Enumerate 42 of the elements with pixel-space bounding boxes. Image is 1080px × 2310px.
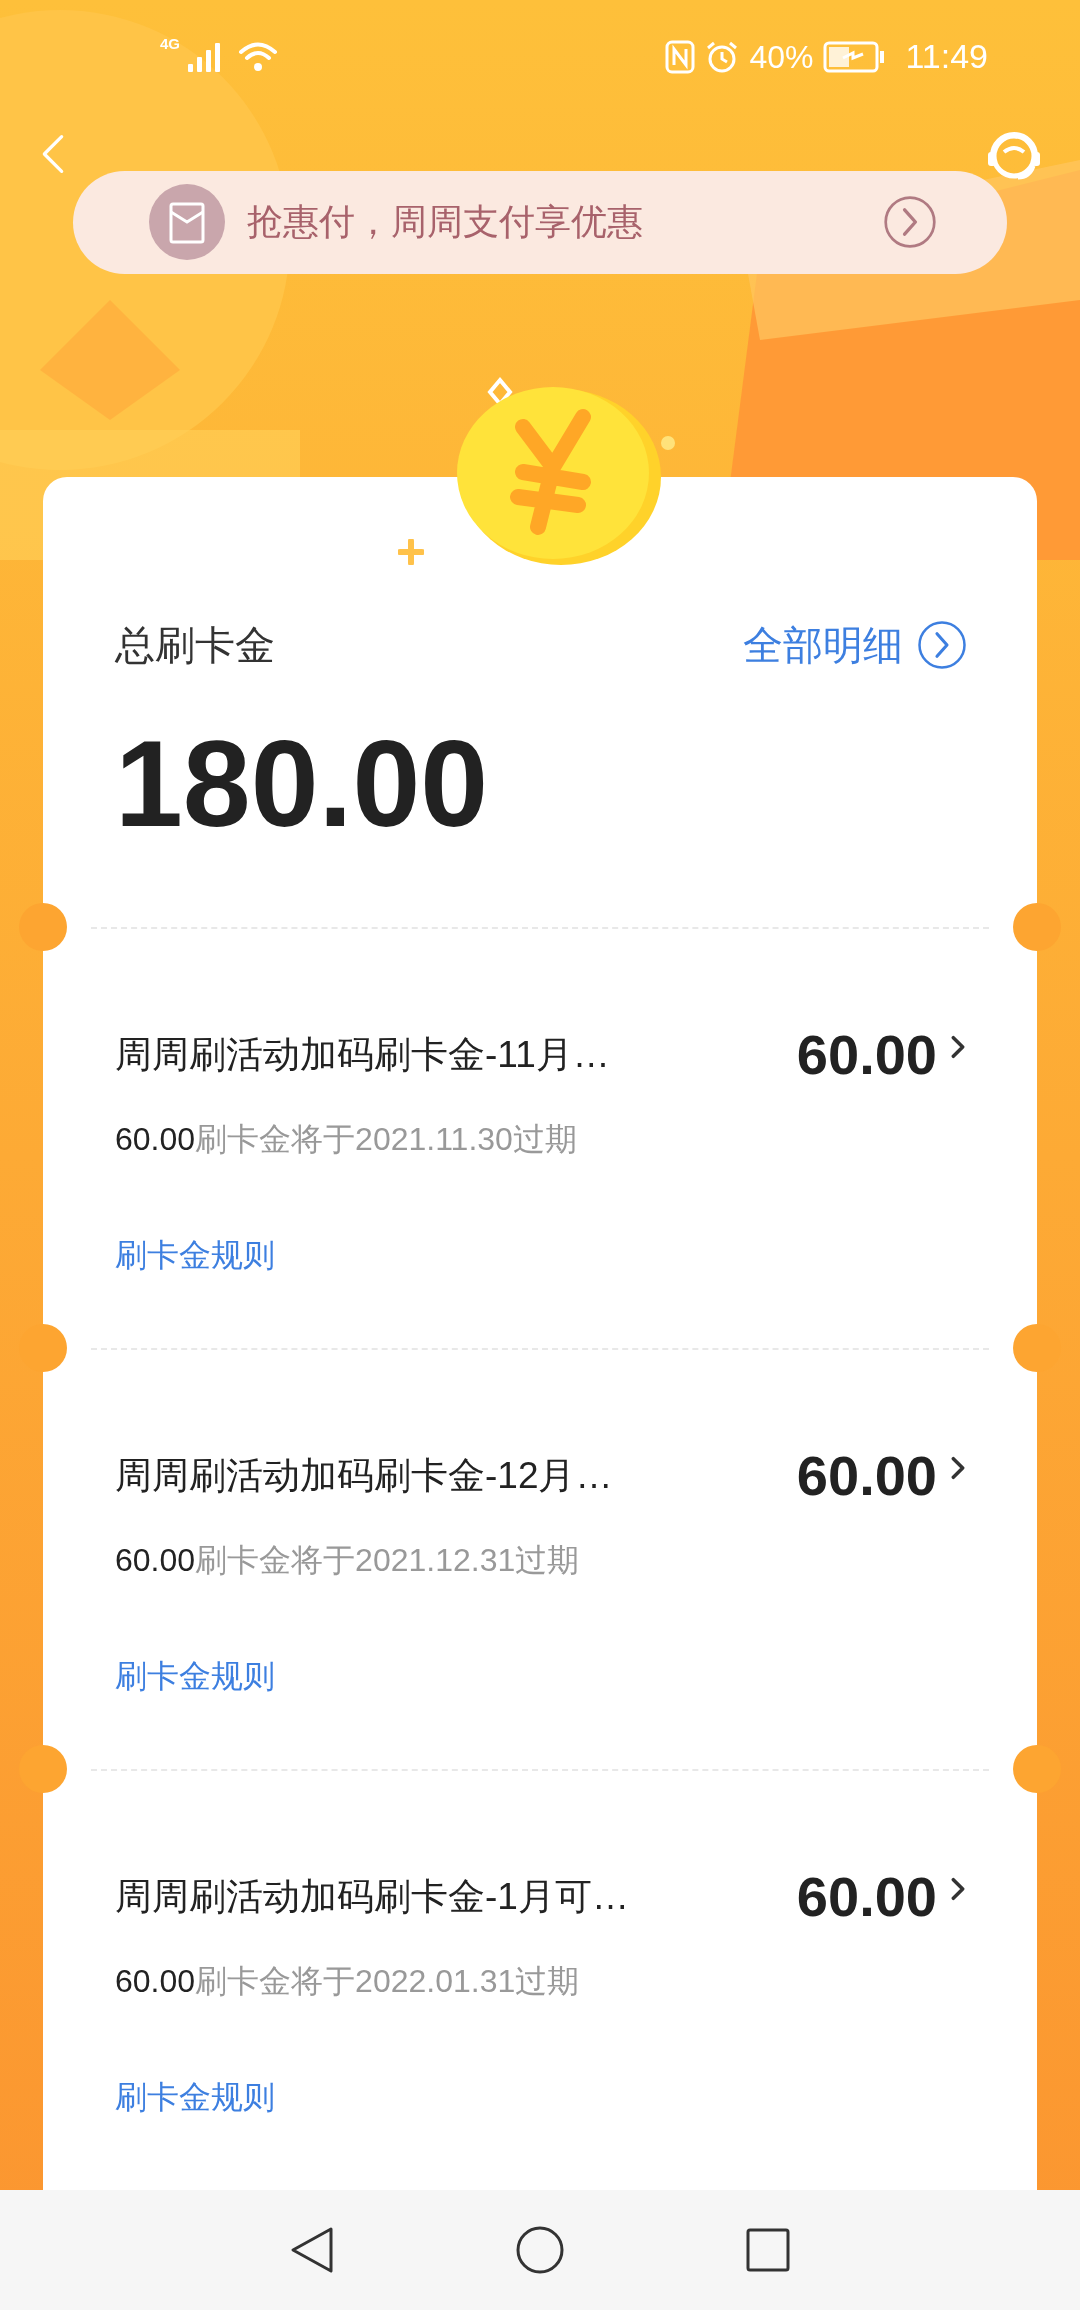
bonus-title[interactable]: 周周刷活动加码刷卡金-12月… (115, 1448, 613, 1504)
wifi-icon (238, 40, 278, 73)
signal-icon (188, 41, 222, 72)
sparkle-icon (398, 539, 424, 565)
ticket-notch (19, 1745, 67, 1793)
back-icon[interactable] (289, 2225, 335, 2275)
clock: 11:49 (905, 36, 988, 78)
home-icon[interactable] (515, 2225, 565, 2275)
bonus-title[interactable]: 周周刷活动加码刷卡金-11月… (115, 1027, 610, 1083)
chevron-right-icon (951, 1035, 965, 1059)
envelope-icon (149, 184, 225, 261)
rules-link[interactable]: 刷卡金规则 (115, 2079, 275, 2115)
battery-percent: 40% (749, 37, 814, 77)
promo-text: 抢惠付，周周支付享优惠 (247, 200, 644, 245)
ticket-notch (1013, 903, 1061, 951)
rules-link[interactable]: 刷卡金规则 (115, 1658, 275, 1694)
total-amount: 180.00 (115, 723, 490, 845)
ticket-notch (1013, 1745, 1061, 1793)
bonus-amount: 60.00 (796, 1864, 937, 1930)
chevron-circle-icon (883, 195, 937, 250)
nfc-icon (665, 39, 696, 74)
alarm-icon (705, 39, 740, 74)
total-label: 总刷卡金 (115, 622, 275, 669)
bonus-amount: 60.00 (796, 1443, 937, 1509)
chevron-right-icon (951, 1456, 965, 1480)
chevron-circle-icon (917, 620, 967, 670)
expiry-text: 刷卡金将于2022.01.31过期 (195, 1962, 580, 2001)
expiry-amount: 60.00 (115, 1120, 196, 1159)
promo-banner[interactable]: 抢惠付，周周支付享优惠 (73, 170, 1007, 274)
recents-icon[interactable] (745, 2227, 791, 2273)
rules-link[interactable]: 刷卡金规则 (115, 1237, 275, 1273)
bonus-title[interactable]: 周周刷活动加码刷卡金-1月可… (115, 1869, 629, 1925)
expiry-amount: 60.00 (115, 1541, 196, 1580)
chevron-right-icon (951, 1877, 965, 1901)
all-details-link[interactable]: 全部明细 (743, 615, 967, 675)
expiry-text: 刷卡金将于2021.12.31过期 (195, 1541, 580, 1580)
battery-charging-icon (823, 40, 886, 73)
expiry-amount: 60.00 (115, 1962, 196, 2001)
expiry-text: 刷卡金将于2021.11.30过期 (195, 1120, 577, 1159)
ticket-notch (19, 903, 67, 951)
network-type: 4G (160, 33, 180, 54)
bonus-amount: 60.00 (796, 1022, 937, 1088)
